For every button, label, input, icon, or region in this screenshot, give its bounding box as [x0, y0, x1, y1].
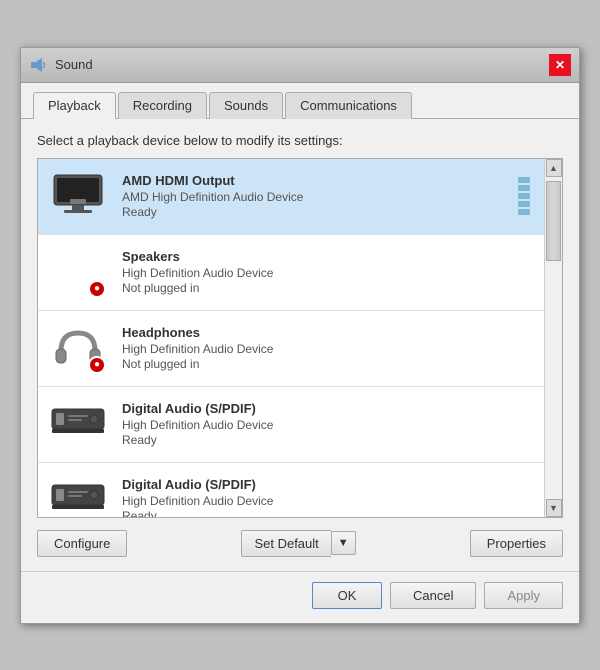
scrollbar-down-button[interactable]: ▼: [546, 499, 562, 517]
device-driver-0: AMD High Definition Audio Device: [122, 190, 303, 204]
volume-bars-0: [518, 177, 534, 215]
device-icon-hdmi: [48, 169, 108, 224]
not-plugged-badge-2: ●: [88, 356, 106, 374]
device-name-4: Digital Audio (S/PDIF): [122, 477, 273, 492]
ok-button[interactable]: OK: [312, 582, 382, 609]
tab-recording[interactable]: Recording: [118, 92, 207, 119]
tab-bar: Playback Recording Sounds Communications: [21, 83, 579, 119]
properties-button[interactable]: Properties: [470, 530, 563, 557]
device-driver-3: High Definition Audio Device: [122, 418, 273, 432]
device-list: AMD HDMI Output AMD High Definition Audi…: [38, 159, 544, 517]
device-status-4: Ready: [122, 509, 273, 517]
sound-icon: [29, 55, 49, 75]
tab-communications[interactable]: Communications: [285, 92, 412, 119]
apply-button[interactable]: Apply: [484, 582, 563, 609]
device-driver-2: High Definition Audio Device: [122, 342, 273, 356]
device-name-0: AMD HDMI Output: [122, 173, 303, 188]
device-info-0: AMD HDMI Output AMD High Definition Audi…: [122, 173, 303, 219]
device-status-3: Ready: [122, 433, 273, 447]
device-name-2: Headphones: [122, 325, 273, 340]
device-info-2: Headphones High Definition Audio Device …: [122, 325, 273, 371]
set-default-group: Set Default ▼: [241, 530, 355, 557]
device-name-3: Digital Audio (S/PDIF): [122, 401, 273, 416]
set-default-dropdown-button[interactable]: ▼: [331, 531, 356, 555]
device-driver-1: High Definition Audio Device: [122, 266, 273, 280]
scrollbar-up-button[interactable]: ▲: [546, 159, 562, 177]
device-item-4[interactable]: Digital Audio (S/PDIF) High Definition A…: [38, 463, 544, 517]
window-title: Sound: [55, 57, 93, 72]
scrollbar-track: ▲ ▼: [544, 159, 562, 517]
vol-bar-5: [518, 209, 530, 215]
device-info-4: Digital Audio (S/PDIF) High Definition A…: [122, 477, 273, 517]
device-icon-speaker: ●: [48, 245, 108, 300]
device-info-3: Digital Audio (S/PDIF) High Definition A…: [122, 401, 273, 447]
vol-bar-4: [518, 201, 530, 207]
device-status-2: Not plugged in: [122, 357, 273, 371]
scrollbar-thumb[interactable]: [546, 181, 561, 261]
description-text: Select a playback device below to modify…: [37, 133, 563, 148]
device-item-3[interactable]: Digital Audio (S/PDIF) High Definition A…: [38, 387, 544, 463]
device-name-1: Speakers: [122, 249, 273, 264]
device-icon-digital-1: [48, 397, 108, 452]
set-default-button[interactable]: Set Default: [241, 530, 330, 557]
vol-bar-3: [518, 193, 530, 199]
action-buttons-row: Configure Set Default ▼ Properties: [37, 530, 563, 557]
vol-bar-2: [518, 185, 530, 191]
device-item-1[interactable]: ● Speakers High Definition Audio Device …: [38, 235, 544, 311]
device-item-0[interactable]: AMD HDMI Output AMD High Definition Audi…: [38, 159, 544, 235]
title-bar-left: Sound: [29, 55, 93, 75]
vol-bar-1: [518, 177, 530, 183]
tab-sounds[interactable]: Sounds: [209, 92, 283, 119]
device-driver-4: High Definition Audio Device: [122, 494, 273, 508]
tab-playback[interactable]: Playback: [33, 92, 116, 119]
configure-button[interactable]: Configure: [37, 530, 127, 557]
device-info-1: Speakers High Definition Audio Device No…: [122, 249, 273, 295]
device-status-1: Not plugged in: [122, 281, 273, 295]
cancel-button[interactable]: Cancel: [390, 582, 476, 609]
not-plugged-badge-1: ●: [88, 280, 106, 298]
title-bar: Sound ✕: [21, 48, 579, 83]
device-list-container: AMD HDMI Output AMD High Definition Audi…: [37, 158, 563, 518]
device-status-0: Ready: [122, 205, 303, 219]
main-content: Select a playback device below to modify…: [21, 119, 579, 571]
bottom-buttons-row: OK Cancel Apply: [21, 571, 579, 623]
scrollbar-thumb-area: [545, 177, 562, 499]
close-button[interactable]: ✕: [549, 54, 571, 76]
sound-dialog: Sound ✕ Playback Recording Sounds Commun…: [20, 47, 580, 624]
device-icon-digital-2: [48, 473, 108, 517]
device-icon-headphones: ●: [48, 321, 108, 376]
device-item-2[interactable]: ● Headphones High Definition Audio Devic…: [38, 311, 544, 387]
